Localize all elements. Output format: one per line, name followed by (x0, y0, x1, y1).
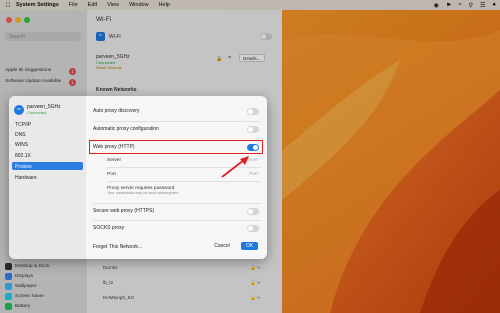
auto-proxy-discovery-label: Auto proxy discovery (93, 108, 140, 114)
requires-password-row: Proxy server requires password Your cred… (107, 186, 179, 195)
tab-tcpip[interactable]: TCP/IP (12, 120, 83, 128)
forget-network-button[interactable]: Forget This Network... (93, 244, 142, 250)
auto-proxy-config-toggle[interactable] (247, 125, 259, 133)
server-label: Server (107, 158, 122, 163)
divider (93, 121, 261, 122)
network-list-item[interactable]: lb_l2 (103, 281, 113, 286)
annotation-highlight-box (89, 140, 263, 154)
dialog-network-header: ≈ parveen_5GHz Connected (14, 104, 61, 115)
auto-proxy-discovery-toggle[interactable] (247, 107, 259, 115)
wifi-icon: ≈ (14, 104, 24, 115)
divider (93, 220, 261, 221)
annotation-arrow-icon (221, 156, 249, 178)
tab-wins[interactable]: WINS (12, 140, 83, 148)
divider (93, 203, 261, 204)
auto-proxy-config-label: Automatic proxy configuration (93, 126, 159, 132)
lock-icon: 🔒 ≈ (250, 266, 260, 271)
dialog-footer: Forget This Network... Cancel OK (93, 242, 261, 250)
cancel-button[interactable]: Cancel (211, 242, 233, 250)
auto-proxy-discovery-row: Auto proxy discovery (93, 107, 261, 115)
dialog-sidebar: ≈ parveen_5GHz Connected TCP/IP DNS WINS… (9, 96, 86, 259)
tab-hardware[interactable]: Hardware (12, 173, 83, 181)
socks-proxy-label: SOCKS proxy (93, 225, 125, 231)
secure-web-proxy-row: Secure web proxy (HTTPS) (93, 207, 261, 215)
tab-8021x[interactable]: 802.1X (12, 151, 83, 159)
socks-proxy-toggle[interactable] (247, 224, 259, 232)
lock-icon: 🔒 ≈ (250, 296, 260, 301)
auto-proxy-config-row: Automatic proxy configuration (93, 125, 261, 133)
credentials-note: Your credentials may be sent unencrypted… (107, 191, 179, 195)
network-list-item[interactable]: KHMsingh_5G (103, 296, 134, 301)
tab-proxies[interactable]: Proxies (12, 162, 83, 170)
divider (107, 181, 261, 182)
socks-proxy-row: SOCKS proxy (93, 224, 261, 232)
network-list-item[interactable]: DLinks (103, 266, 118, 271)
lock-icon: 🔒 ≈ (250, 281, 260, 286)
dialog-network-status: Connected (27, 110, 47, 115)
secure-web-proxy-toggle[interactable] (247, 207, 259, 215)
secure-web-proxy-label: Secure web proxy (HTTPS) (93, 208, 155, 214)
tab-dns[interactable]: DNS (12, 130, 83, 138)
ok-button[interactable]: OK (241, 242, 258, 250)
port-label: Port (107, 172, 116, 177)
